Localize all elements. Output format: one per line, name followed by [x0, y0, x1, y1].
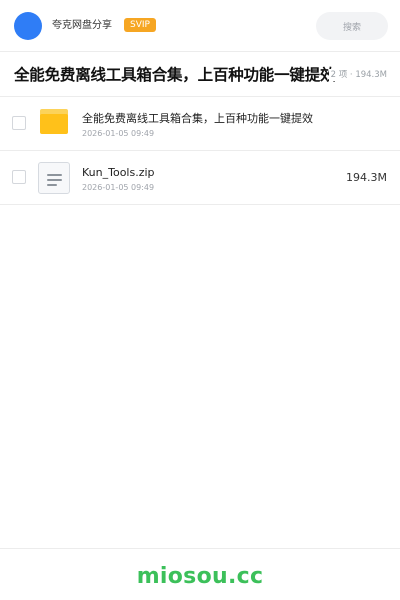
page-title: 全能免费离线工具箱合集，上百种功能一键提效 — [14, 66, 336, 84]
search-placeholder: 搜索 — [342, 22, 361, 33]
folder-icon — [38, 108, 70, 140]
svip-badge: SVIP — [124, 18, 156, 32]
avatar[interactable] — [14, 12, 42, 40]
file-row-folder[interactable]: 全能免费离线工具箱合集，上百种功能一键提效 2026-01-05 09:49 — [0, 97, 400, 151]
select-checkbox[interactable] — [12, 116, 26, 130]
zip-file-icon — [38, 162, 70, 194]
header-bar: 夸克网盘分享 SVIP 搜索 — [0, 0, 400, 52]
search-input[interactable]: 搜索 — [316, 12, 388, 40]
file-size: 194.3M — [346, 171, 387, 184]
file-list: 全能免费离线工具箱合集，上百种功能一键提效 2026-01-05 09:49 K… — [0, 97, 400, 205]
share-meta: 2 项 · 194.3M — [328, 69, 387, 81]
file-name[interactable]: 全能免费离线工具箱合集，上百种功能一键提效 — [82, 112, 313, 126]
footer-brand[interactable]: miosou.cc — [0, 563, 400, 591]
file-date: 2026-01-05 09:49 — [82, 183, 155, 192]
file-date: 2026-01-05 09:49 — [82, 129, 155, 138]
app-name: 夸克网盘分享 — [52, 20, 112, 31]
file-row-zip[interactable]: Kun_Tools.zip 2026-01-05 09:49 194.3M — [0, 151, 400, 205]
share-title-row: 全能免费离线工具箱合集，上百种功能一键提效 2 项 · 194.3M — [0, 52, 400, 97]
file-name[interactable]: Kun_Tools.zip — [82, 166, 155, 180]
select-checkbox[interactable] — [12, 170, 26, 184]
footer-bar: miosou.cc — [0, 548, 400, 600]
